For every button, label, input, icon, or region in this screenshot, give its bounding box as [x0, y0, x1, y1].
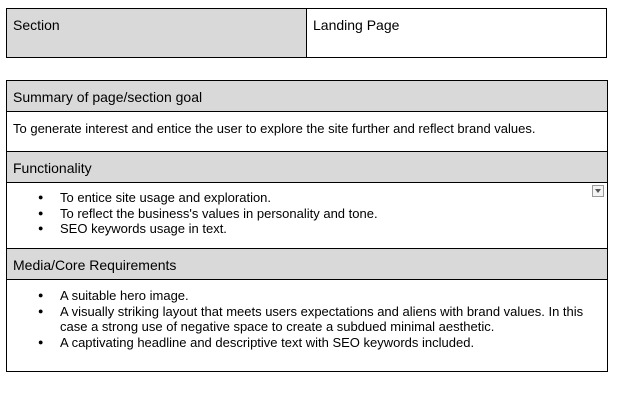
section-value-cell[interactable]: Landing Page	[306, 8, 607, 58]
functionality-list: To entice site usage and exploration. To…	[13, 190, 601, 237]
summary-heading-cell: Summary of page/section goal	[6, 80, 608, 112]
requirements-table: Summary of page/section goal To generate…	[6, 80, 608, 372]
section-label: Section	[13, 17, 60, 33]
functionality-heading: Functionality	[13, 160, 92, 176]
summary-text-cell[interactable]: To generate interest and entice the user…	[6, 111, 608, 152]
media-list: A suitable hero image. A visually striki…	[13, 288, 601, 350]
list-item: To entice site usage and exploration.	[13, 190, 601, 206]
summary-text: To generate interest and entice the user…	[13, 121, 536, 136]
functionality-heading-cell: Functionality	[6, 151, 608, 183]
list-item: A visually striking layout that meets us…	[13, 304, 601, 335]
section-value: Landing Page	[313, 17, 400, 33]
list-item: SEO keywords usage in text.	[13, 221, 601, 237]
list-item: To reflect the business's values in pers…	[13, 206, 601, 222]
summary-heading: Summary of page/section goal	[13, 89, 203, 105]
list-item: A suitable hero image.	[13, 288, 601, 304]
section-label-cell: Section	[6, 8, 307, 58]
section-table: Section Landing Page	[6, 8, 607, 58]
media-heading: Media/Core Requirements	[13, 257, 177, 273]
functionality-cell[interactable]: To entice site usage and exploration. To…	[6, 182, 608, 249]
list-item: A captivating headline and descriptive t…	[13, 335, 601, 351]
media-heading-cell: Media/Core Requirements	[6, 248, 608, 280]
media-cell[interactable]: A suitable hero image. A visually striki…	[6, 279, 608, 372]
